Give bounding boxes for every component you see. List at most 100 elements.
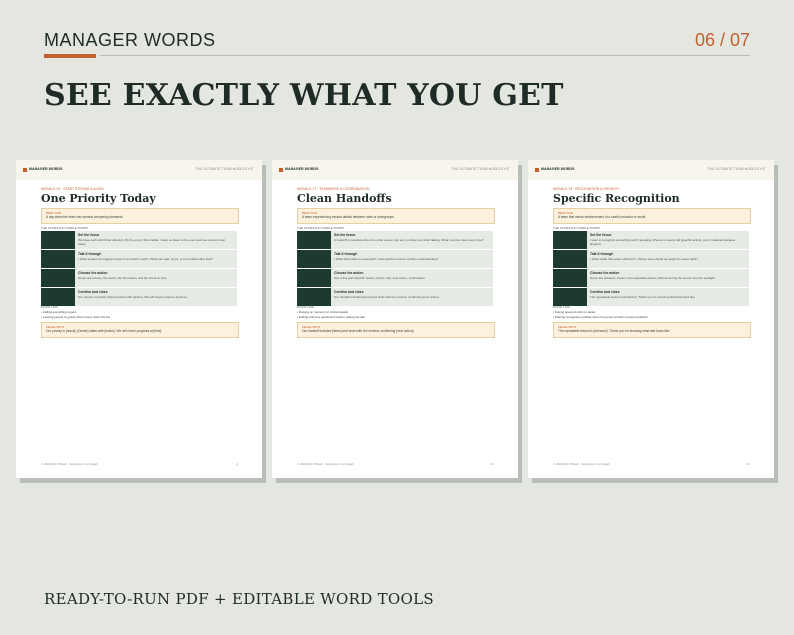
step-thumbnail: [297, 250, 331, 268]
step-row: Choose the action Use a five-part handoff…: [297, 269, 493, 288]
step-description: • What information is essential? • How w…: [334, 257, 439, 261]
sheet-page-number: 31: [746, 462, 750, 466]
step-heading: Confirm and close: [590, 290, 620, 294]
leave-with-text: Our handoff includes [items] and ends wi…: [302, 329, 415, 333]
best-for-box: BEST FOR A team experiencing missed deta…: [297, 208, 495, 224]
page-indicator: 06 / 07: [694, 30, 750, 50]
step-row: Choose the action Name one priority, the …: [41, 269, 237, 288]
sheet-preview-2: MANAGER WORDS THE ULTIMATE TEAM HUDDLE K…: [272, 160, 518, 478]
sheet-header: MANAGER WORDS THE ULTIMATE TEAM HUDDLE K…: [272, 160, 518, 180]
step-thumbnail: [297, 231, 331, 249]
leave-with-box: LEAVE WITH The repeatable lesson is [beh…: [553, 322, 751, 338]
step-row: Set the focus A handoff is complete when …: [297, 231, 493, 250]
step-row: Confirm and close The repeatable lesson i…: [553, 288, 749, 307]
step-row: Talk it through • What made that action e…: [553, 250, 749, 269]
sheet-title: One Priority Today: [41, 192, 156, 205]
brand-dot-icon: [535, 168, 539, 172]
steps-list: Set the focus A handoff is complete when …: [297, 231, 493, 307]
step-heading: Set the focus: [334, 233, 356, 237]
step-thumbnail: [553, 288, 587, 306]
brand-title: MANAGER WORDS: [44, 30, 216, 50]
sheet-copyright: © 2026 Bob Pickett · Substitute not limi…: [553, 462, 610, 466]
step-thumbnail: [297, 269, 331, 287]
leave-with-text: Our priority is [result]. [Owner] starts…: [46, 329, 163, 333]
sheet-brand: MANAGER WORDS: [29, 167, 63, 171]
step-thumbnail: [553, 250, 587, 268]
step-row: Set the focus I want to recognize somethi…: [553, 231, 749, 250]
step-description: Use a five-part handoff: status, priorit…: [334, 276, 426, 280]
sheet-title: Specific Recognition: [553, 192, 680, 205]
avoid-item: • Relying on memory for critical details: [297, 310, 348, 314]
step-description: • What made that action effective? • Whe…: [590, 257, 698, 261]
sheet-page-number: 4: [236, 462, 238, 466]
avoid-item: • Saying great job with no detail: [553, 310, 595, 314]
step-heading: Confirm and close: [334, 290, 364, 294]
step-heading: Talk it through: [78, 252, 102, 256]
step-row: Set the focus We have work which that att…: [41, 231, 237, 250]
footer-tagline: READY-TO-RUN PDF + EDITABLE WORD TOOLS: [44, 590, 434, 608]
steps-label: THE 15-MINUTE HUDDLE SCRIPT: [553, 226, 601, 230]
leave-with-box: LEAVE WITH Our handoff includes [items] …: [297, 322, 495, 338]
step-description: Name the behavior, impact, and repeatabl…: [590, 276, 716, 280]
sheet-header: MANAGER WORDS THE ULTIMATE TEAM HUDDLE K…: [528, 160, 774, 180]
step-heading: Choose the action: [78, 271, 108, 275]
sheet-module: MODULE 17 · TEAMWORK & COORDINATION: [297, 187, 370, 191]
steps-label: THE 15-MINUTE HUDDLE SCRIPT: [297, 226, 345, 230]
sheet-kit-title: THE ULTIMATE TEAM HUDDLE KIT: [451, 167, 510, 171]
sheet-kit-title: THE ULTIMATE TEAM HUDDLE KIT: [195, 167, 254, 171]
step-row: Choose the action Name the behavior, impa…: [553, 269, 749, 288]
brand-dot-icon: [279, 168, 283, 172]
brand-dot-icon: [23, 168, 27, 172]
avoid-label: AVOID THIS: [297, 305, 314, 309]
step-row: Talk it through • What information is ess…: [297, 250, 493, 269]
step-description: Name one priority, the owner, the first …: [78, 276, 168, 280]
headline: SEE EXACTLY WHAT YOU GET: [44, 78, 564, 113]
step-thumbnail: [41, 250, 75, 268]
step-thumbnail: [297, 288, 331, 306]
step-thumbnail: [41, 269, 75, 287]
sheet-copyright: © 2026 Bob Pickett · Substitute not limi…: [41, 462, 98, 466]
step-thumbnail: [41, 288, 75, 306]
step-thumbnail: [553, 231, 587, 249]
step-row: Confirm and close Our priority is [result…: [41, 288, 237, 307]
steps-list: Set the focus We have work which that att…: [41, 231, 237, 307]
step-heading: Talk it through: [590, 252, 614, 256]
sheet-title: Clean Handoffs: [297, 192, 392, 205]
step-description: The repeatable lesson is [behavior]. Tha…: [590, 295, 696, 299]
brand-underline: [44, 54, 96, 58]
best-for-text: A team that needs reinforcement of a use…: [558, 215, 647, 219]
avoid-label: AVOID THIS: [41, 305, 58, 309]
step-heading: Talk it through: [334, 252, 358, 256]
step-description: I want to recognize something worth repe…: [590, 238, 736, 246]
avoid-item: • Leaving people to guess what moves dow…: [41, 315, 110, 319]
steps-list: Set the focus I want to recognize somethi…: [553, 231, 749, 307]
step-description: Our priority is [result]. [Owner] starts…: [78, 295, 188, 299]
best-for-text: A team experiencing missed details betwe…: [302, 215, 395, 219]
step-thumbnail: [41, 231, 75, 249]
sheet-brand: MANAGER WORDS: [285, 167, 319, 171]
sheet-page-number: 21: [490, 462, 494, 466]
sheet-kit-title: THE ULTIMATE TEAM HUDDLE KIT: [707, 167, 766, 171]
step-row: Talk it through • What creates the bigges…: [41, 250, 237, 269]
best-for-box: BEST FOR A day when the team has several…: [41, 208, 239, 224]
steps-label: THE 15-MINUTE HUDDLE SCRIPT: [41, 226, 89, 230]
best-for-text: A day when the team has several competin…: [46, 215, 124, 219]
step-heading: Set the focus: [78, 233, 100, 237]
step-thumbnail: [553, 269, 587, 287]
leave-with-text: The repeatable lesson is [behavior]. Tha…: [558, 329, 671, 333]
avoid-label: AVOID THIS: [553, 305, 570, 309]
step-description: • What creates the biggest impact if we …: [78, 257, 213, 261]
header-rule: [100, 55, 750, 56]
step-description: Our handoff includes [items] and ends wi…: [334, 295, 440, 299]
sheet-preview-3: MANAGER WORDS THE ULTIMATE TEAM HUDDLE K…: [528, 160, 774, 478]
best-for-box: BEST FOR A team that needs reinforcement…: [553, 208, 751, 224]
avoid-item: • Sharing recognition publicly when the …: [553, 315, 648, 319]
avoid-item: • Ending with any questions? before stat…: [297, 315, 365, 319]
avoid-item: • Calling everything urgent: [41, 310, 77, 314]
sheet-preview-1: MANAGER WORDS THE ULTIMATE TEAM HUDDLE K…: [16, 160, 262, 478]
sheet-copyright: © 2026 Bob Pickett · Substitute not limi…: [297, 462, 354, 466]
step-heading: Confirm and close: [78, 290, 108, 294]
leave-with-box: LEAVE WITH Our priority is [result]. [Ow…: [41, 322, 239, 338]
sheet-brand: MANAGER WORDS: [541, 167, 575, 171]
step-description: A handoff is complete when the other per…: [334, 238, 484, 242]
